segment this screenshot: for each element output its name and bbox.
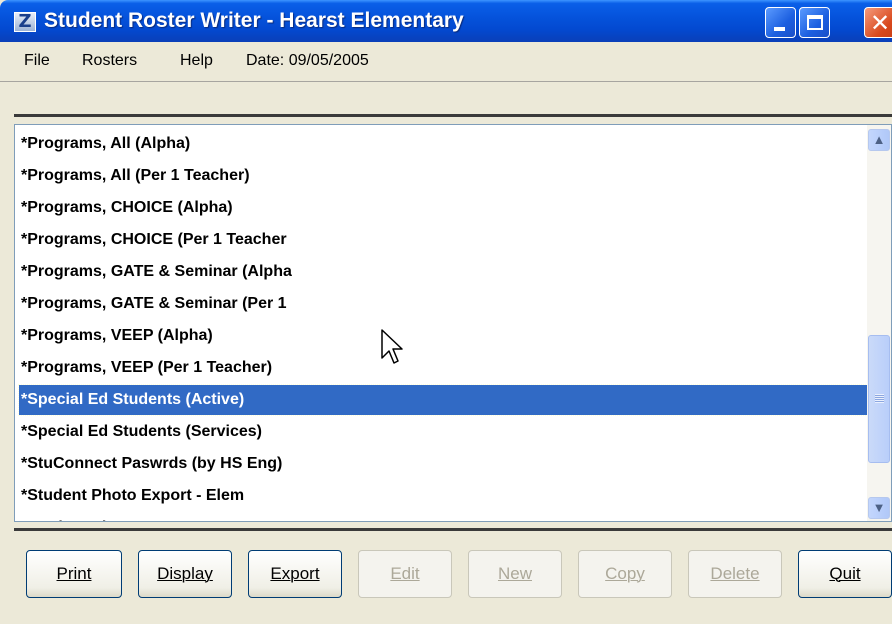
new-button[interactable]: New: [468, 550, 562, 598]
list-item[interactable]: *Student Photo Export - Sec: [19, 513, 869, 521]
divider: [14, 114, 892, 117]
list-item[interactable]: *Programs, All (Alpha): [19, 129, 869, 159]
list-item[interactable]: *Programs, All (Per 1 Teacher): [19, 161, 869, 191]
mouse-cursor-icon: [381, 329, 403, 364]
grip-icon: [875, 394, 884, 403]
close-button[interactable]: ✕: [864, 7, 892, 38]
list-item[interactable]: *Programs, VEEP (Alpha): [19, 321, 869, 351]
roster-list[interactable]: *Programs, All (Alpha) *Programs, All (P…: [14, 124, 892, 522]
title-bar[interactable]: Z Student Roster Writer - Hearst Element…: [0, 0, 892, 42]
minimize-button[interactable]: [765, 7, 796, 38]
list-item[interactable]: *Student Photo Export - Elem: [19, 481, 869, 511]
menu-file[interactable]: File: [24, 52, 50, 70]
minimize-icon: [774, 27, 785, 31]
app-icon: Z: [14, 12, 36, 32]
divider: [14, 528, 892, 531]
window-title: Student Roster Writer - Hearst Elementar…: [44, 9, 464, 32]
list-item[interactable]: *Programs, GATE & Seminar (Per 1: [19, 289, 869, 319]
copy-button[interactable]: Copy: [578, 550, 672, 598]
list-item[interactable]: *Special Ed Students (Services): [19, 417, 869, 447]
maximize-button[interactable]: [799, 7, 830, 38]
scroll-down-icon[interactable]: ▼: [868, 497, 890, 519]
print-button[interactable]: Print: [26, 550, 122, 598]
export-button[interactable]: Export: [248, 550, 342, 598]
list-item[interactable]: *StuConnect Paswrds (by HS Eng): [19, 449, 869, 479]
list-item[interactable]: *Programs, VEEP (Per 1 Teacher): [19, 353, 869, 383]
date-label: Date: 09/05/2005: [246, 52, 369, 69]
menu-rosters[interactable]: Rosters: [82, 52, 137, 70]
quit-button[interactable]: Quit: [798, 550, 892, 598]
maximize-icon: [807, 15, 823, 30]
list-item[interactable]: *Programs, CHOICE (Per 1 Teacher: [19, 225, 869, 255]
menu-help[interactable]: Help: [180, 52, 213, 70]
list-item-selected[interactable]: *Special Ed Students (Active): [18, 384, 870, 416]
close-icon: ✕: [870, 9, 891, 37]
vertical-scrollbar[interactable]: ▲ ▼: [867, 125, 891, 521]
scroll-thumb[interactable]: [868, 335, 890, 463]
display-button[interactable]: Display: [138, 550, 232, 598]
list-item[interactable]: *Programs, GATE & Seminar (Alpha: [19, 257, 869, 287]
scroll-up-icon[interactable]: ▲: [868, 129, 890, 151]
delete-button[interactable]: Delete: [688, 550, 782, 598]
list-item[interactable]: *Programs, CHOICE (Alpha): [19, 193, 869, 223]
edit-button[interactable]: Edit: [358, 550, 452, 598]
menu-bar: File Rosters Help Date: 09/05/2005: [0, 42, 892, 82]
